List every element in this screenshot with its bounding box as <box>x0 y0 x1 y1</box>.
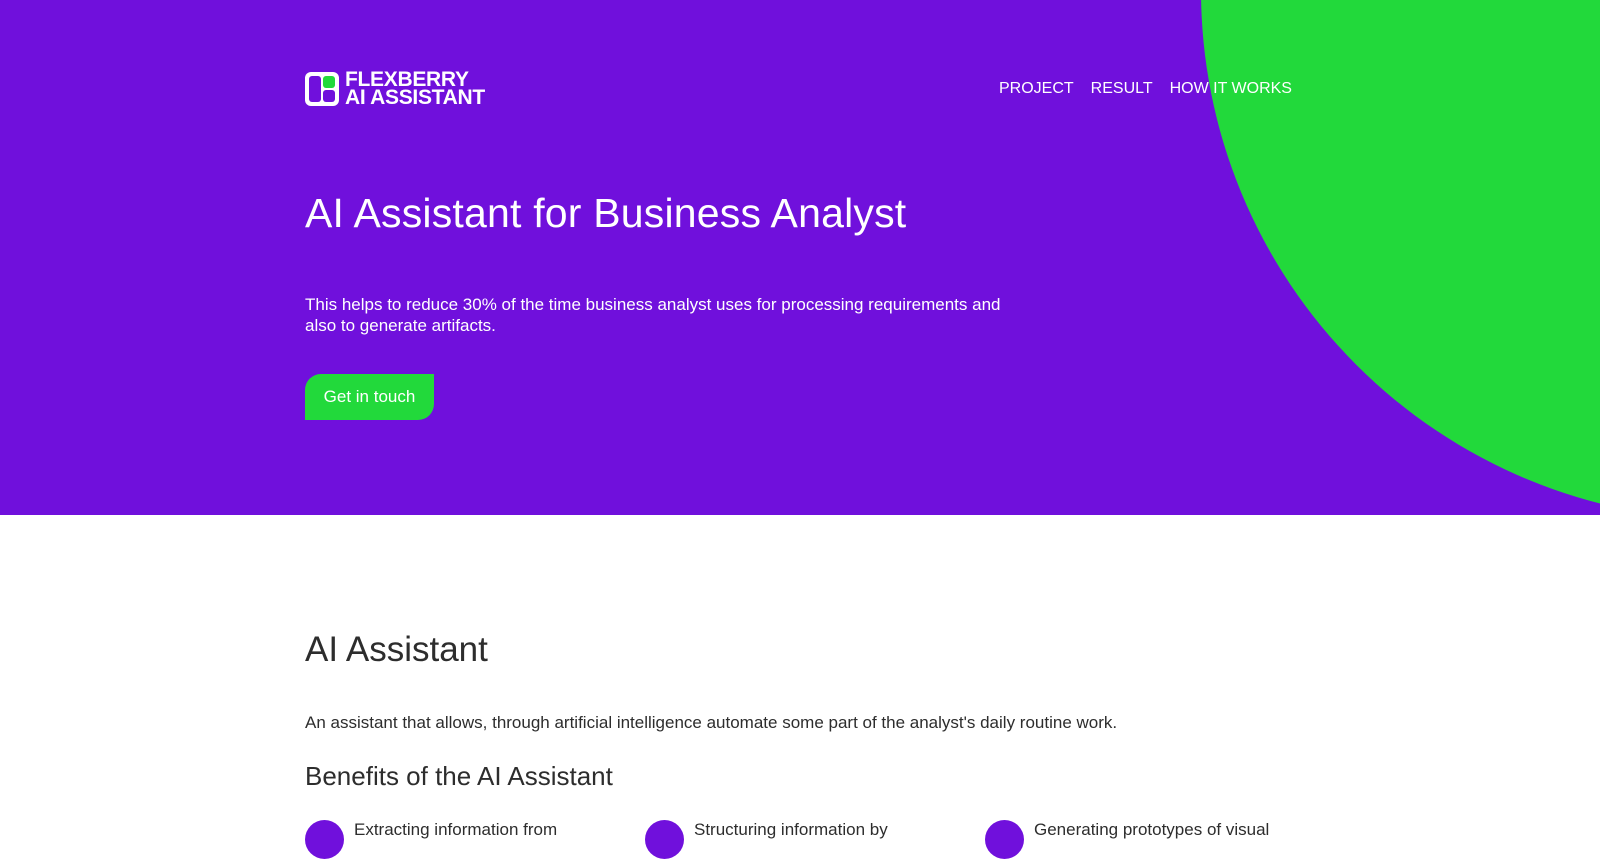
check-icon <box>985 820 1024 859</box>
benefit-item: Generating prototypes of visual <box>985 819 1269 859</box>
nav-item-how-it-works[interactable]: HOW IT WORKS <box>1170 78 1292 100</box>
brand-line-2: AI ASSISTANT <box>345 86 485 109</box>
brand-logo[interactable]: FLEXBERRY AI ASSISTANT <box>305 69 485 109</box>
get-in-touch-button[interactable]: Get in touch <box>305 374 434 420</box>
top-nav: PROJECT RESULT HOW IT WORKS <box>999 78 1292 100</box>
flexberry-logo-icon <box>305 72 339 106</box>
benefit-label: Structuring information by <box>694 820 888 839</box>
benefit-label: Generating prototypes of visual <box>1034 820 1270 839</box>
about-title: AI Assistant <box>305 630 488 669</box>
check-icon <box>305 820 344 859</box>
benefit-label: Extracting information from <box>354 820 558 839</box>
brand-wordmark: FLEXBERRY AI ASSISTANT <box>345 69 485 109</box>
hero-section: FLEXBERRY AI ASSISTANT PROJECT RESULT HO… <box>0 0 1600 515</box>
hero-title: AI Assistant for Business Analyst <box>305 190 907 236</box>
nav-item-result[interactable]: RESULT <box>1091 78 1153 100</box>
benefits-title: Benefits of the AI Assistant <box>305 761 613 791</box>
check-icon <box>645 820 684 859</box>
hero-description: This helps to reduce 30% of the time bus… <box>305 295 1001 335</box>
nav-item-project[interactable]: PROJECT <box>999 78 1074 100</box>
benefit-item: Structuring information by <box>645 819 888 859</box>
benefit-item: Extracting information from <box>305 819 557 859</box>
about-description: An assistant that allows, through artifi… <box>305 713 1118 732</box>
